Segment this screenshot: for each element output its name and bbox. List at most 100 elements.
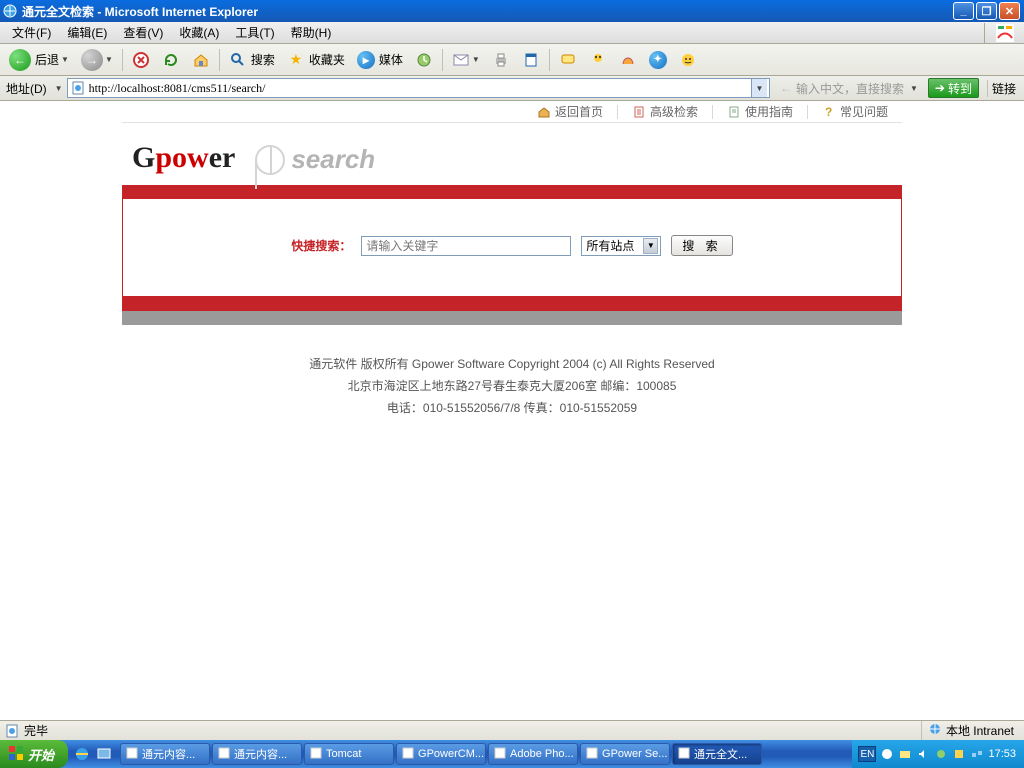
tray-sound-icon[interactable] bbox=[916, 747, 930, 761]
task-icon bbox=[677, 746, 691, 763]
search-label: 快捷搜索： bbox=[291, 237, 351, 254]
close-button[interactable]: ✕ bbox=[999, 2, 1020, 20]
taskbar-task[interactable]: Adobe Pho... bbox=[488, 743, 578, 765]
nav-advanced[interactable]: 高级检索 bbox=[618, 101, 712, 123]
mail-button[interactable]: ▼ bbox=[447, 47, 485, 73]
page-icon bbox=[70, 81, 86, 95]
clock[interactable]: 17:53 bbox=[988, 748, 1016, 760]
window-title: 通元全文检索 - Microsoft Internet Explorer bbox=[22, 3, 953, 20]
tray-icon[interactable] bbox=[880, 747, 894, 761]
task-icon bbox=[125, 746, 139, 763]
menu-view[interactable]: 查看(V) bbox=[115, 22, 171, 43]
print-button[interactable] bbox=[487, 47, 515, 73]
taskbar-task[interactable]: GPowerCM... bbox=[396, 743, 486, 765]
history-button[interactable] bbox=[410, 47, 438, 73]
task-label: GPower Se... bbox=[602, 748, 667, 760]
search-panel: 快捷搜索： 所有站点 ▼ 搜 索 bbox=[122, 199, 902, 297]
windows-logo-icon bbox=[8, 745, 24, 764]
back-button[interactable]: ← 后退 ▼ bbox=[4, 47, 74, 73]
links-label[interactable]: 链接 bbox=[987, 80, 1020, 97]
go-button[interactable]: ➔ 转到 bbox=[928, 78, 979, 98]
favorites-button[interactable]: ★收藏夹 bbox=[282, 47, 350, 73]
scope-select[interactable]: 所有站点 ▼ bbox=[581, 236, 661, 256]
start-button[interactable]: 开始 bbox=[0, 740, 68, 768]
systray: EN 17:53 bbox=[852, 740, 1024, 768]
media-button[interactable]: ▸媒体 bbox=[352, 47, 408, 73]
statusbar: 完毕 本地 Intranet bbox=[0, 720, 1024, 740]
go-arrow-icon: ➔ bbox=[935, 81, 945, 95]
app-icon bbox=[2, 3, 18, 19]
tray-network-icon[interactable] bbox=[970, 747, 984, 761]
menu-favorites[interactable]: 收藏(A) bbox=[171, 22, 227, 43]
logo-row: Gpower search bbox=[122, 123, 902, 185]
menu-help[interactable]: 帮助(H) bbox=[283, 22, 340, 43]
nav-faq[interactable]: ? 常见问题 bbox=[808, 101, 902, 123]
page-footer: 通元软件 版权所有 Gpower Software Copyright 2004… bbox=[122, 325, 902, 419]
globe-icon bbox=[928, 722, 942, 739]
taskbar-task[interactable]: 通元内容... bbox=[212, 743, 302, 765]
taskbar-task[interactable]: 通元全文... bbox=[672, 743, 762, 765]
crosshair-icon bbox=[255, 145, 285, 175]
start-label: 开始 bbox=[28, 745, 54, 764]
address-label: 地址(D) bbox=[4, 80, 49, 97]
gpower-logo: Gpower bbox=[132, 141, 235, 175]
task-icon bbox=[217, 746, 231, 763]
tray-icon[interactable] bbox=[934, 747, 948, 761]
extra-button-2[interactable]: ✦ bbox=[644, 47, 672, 73]
task-icon bbox=[401, 746, 415, 763]
discuss-button[interactable] bbox=[554, 47, 582, 73]
search-input[interactable] bbox=[361, 236, 571, 256]
task-icon bbox=[493, 746, 507, 763]
menu-edit[interactable]: 编辑(E) bbox=[59, 22, 115, 43]
extra-button-3[interactable] bbox=[674, 47, 702, 73]
ie-throbber-icon bbox=[984, 23, 1024, 43]
taskbar-tasks: 通元内容... 通元内容... Tomcat GPowerCM... Adobe Pho… bbox=[118, 740, 852, 768]
go-label: 转到 bbox=[948, 80, 972, 97]
addressbar: 地址(D) ▼ ▼ ← 输入中文，直接搜索 ▼ ➔ 转到 链接 bbox=[0, 76, 1024, 101]
toolbar: ← 后退 ▼ → ▼ 搜索 ★收藏夹 ▸媒体 ▼ ✦ bbox=[0, 44, 1024, 76]
tray-icon[interactable] bbox=[952, 747, 966, 761]
question-icon: ? bbox=[822, 105, 836, 119]
task-label: 通元内容... bbox=[234, 746, 287, 762]
taskbar: 开始 通元内容... 通元内容... Tomcat GPowerCM... Adobe … bbox=[0, 740, 1024, 768]
stop-button[interactable] bbox=[127, 47, 155, 73]
page-topnav: 返回首页 高级检索 使用指南 ? 常见问题 bbox=[122, 101, 902, 123]
nav-home[interactable]: 返回首页 bbox=[523, 101, 617, 123]
task-label: Adobe Pho... bbox=[510, 748, 574, 760]
task-icon bbox=[309, 746, 323, 763]
nav-advanced-label: 高级检索 bbox=[650, 103, 698, 120]
messenger-button[interactable] bbox=[584, 47, 612, 73]
nav-guide[interactable]: 使用指南 bbox=[713, 101, 807, 123]
ime-arrow-icon: ← bbox=[780, 81, 792, 95]
forward-button[interactable]: → ▼ bbox=[76, 47, 118, 73]
menu-tools[interactable]: 工具(T) bbox=[227, 22, 282, 43]
language-indicator[interactable]: EN bbox=[858, 746, 876, 762]
ql-ie-icon[interactable] bbox=[72, 744, 92, 764]
minimize-button[interactable]: _ bbox=[953, 2, 974, 20]
address-field-wrapper: ▼ bbox=[67, 78, 770, 98]
ql-desktop-icon[interactable] bbox=[94, 744, 114, 764]
edit-button[interactable] bbox=[517, 47, 545, 73]
search-button[interactable]: 搜索 bbox=[224, 47, 280, 73]
extra-button-1[interactable] bbox=[614, 47, 642, 73]
search-label: 搜索 bbox=[251, 51, 275, 68]
home-button[interactable] bbox=[187, 47, 215, 73]
footer-copyright: 通元软件 版权所有 Gpower Software Copyright 2004… bbox=[122, 353, 902, 375]
address-input[interactable] bbox=[89, 81, 751, 96]
taskbar-task[interactable]: GPower Se... bbox=[580, 743, 670, 765]
menu-file[interactable]: 文件(F) bbox=[4, 22, 59, 43]
taskbar-task[interactable]: 通元内容... bbox=[120, 743, 210, 765]
window-titlebar: 通元全文检索 - Microsoft Internet Explorer _ ❐… bbox=[0, 0, 1024, 22]
address-dropdown-button[interactable]: ▼ bbox=[751, 79, 767, 97]
tray-icon[interactable] bbox=[898, 747, 912, 761]
grey-bar bbox=[122, 311, 902, 325]
task-label: Tomcat bbox=[326, 748, 361, 760]
taskbar-task[interactable]: Tomcat bbox=[304, 743, 394, 765]
search-button[interactable]: 搜 索 bbox=[671, 235, 732, 256]
page-viewport[interactable]: 返回首页 高级检索 使用指南 ? 常见问题 Gpower search bbox=[0, 101, 1024, 720]
maximize-button[interactable]: ❐ bbox=[976, 2, 997, 20]
red-bar bbox=[122, 185, 902, 199]
document-icon bbox=[727, 105, 741, 119]
footer-phone: 电话：010-51552056/7/8 传真：010-51552059 bbox=[122, 397, 902, 419]
refresh-button[interactable] bbox=[157, 47, 185, 73]
